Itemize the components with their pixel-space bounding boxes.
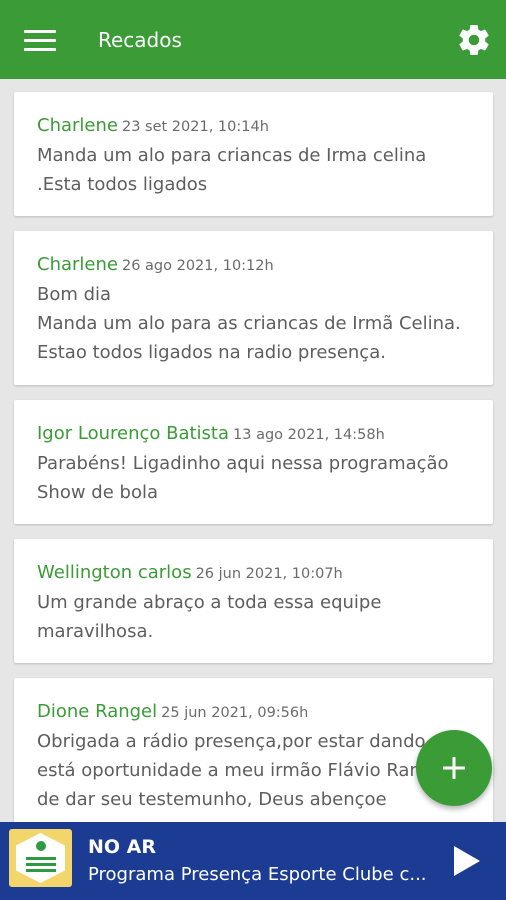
now-playing-bar[interactable]: NO AR Programa Presença Esporte Clube c.… bbox=[0, 822, 506, 900]
message-author: Igor Lourenço Batista bbox=[37, 423, 230, 444]
message-card[interactable]: Charlene 26 ago 2021, 10:12h Bom dia Mand… bbox=[14, 231, 493, 385]
page-title: Recados bbox=[98, 28, 182, 52]
message-date: 26 ago 2021, 10:12h bbox=[121, 258, 274, 274]
message-card[interactable]: Wellington carlos 26 jun 2021, 10:07h Um … bbox=[14, 539, 493, 663]
message-author: Charlene bbox=[37, 254, 118, 275]
play-icon[interactable] bbox=[450, 844, 482, 878]
message-text: Um grande abraço a toda essa equipe mara… bbox=[37, 592, 382, 642]
message-text: Manda um alo para criancas de Irma celin… bbox=[37, 145, 427, 195]
program-title: Programa Presença Esporte Clube c... bbox=[88, 864, 427, 885]
on-air-label: NO AR bbox=[88, 836, 157, 858]
message-date: 23 set 2021, 10:14h bbox=[121, 119, 269, 135]
app-bar: Recados bbox=[0, 0, 506, 79]
message-author: Dione Rangel bbox=[37, 701, 158, 722]
message-card[interactable]: Charlene 23 set 2021, 10:14h Manda um alo… bbox=[14, 92, 493, 216]
program-cover-image bbox=[9, 829, 72, 887]
message-text: Obrigada a rádio presença,por estar dand… bbox=[37, 731, 448, 810]
plus-icon bbox=[443, 757, 465, 779]
messages-list[interactable]: Charlene 23 set 2021, 10:14h Manda um alo… bbox=[0, 79, 506, 822]
hamburger-menu-icon[interactable] bbox=[24, 28, 56, 52]
message-date: 26 jun 2021, 10:07h bbox=[195, 566, 343, 582]
message-card[interactable]: Igor Lourenço Batista 13 ago 2021, 14:58h… bbox=[14, 400, 493, 524]
gear-icon[interactable] bbox=[456, 22, 492, 58]
message-author: Wellington carlos bbox=[37, 562, 192, 583]
message-text: Parabéns! Ligadinho aqui nessa programaç… bbox=[37, 453, 449, 503]
add-message-button[interactable] bbox=[416, 730, 492, 806]
message-text: Bom dia Manda um alo para as criancas de… bbox=[37, 284, 461, 363]
message-date: 25 jun 2021, 09:56h bbox=[161, 705, 309, 721]
message-date: 13 ago 2021, 14:58h bbox=[233, 427, 385, 443]
message-author: Charlene bbox=[37, 115, 118, 136]
